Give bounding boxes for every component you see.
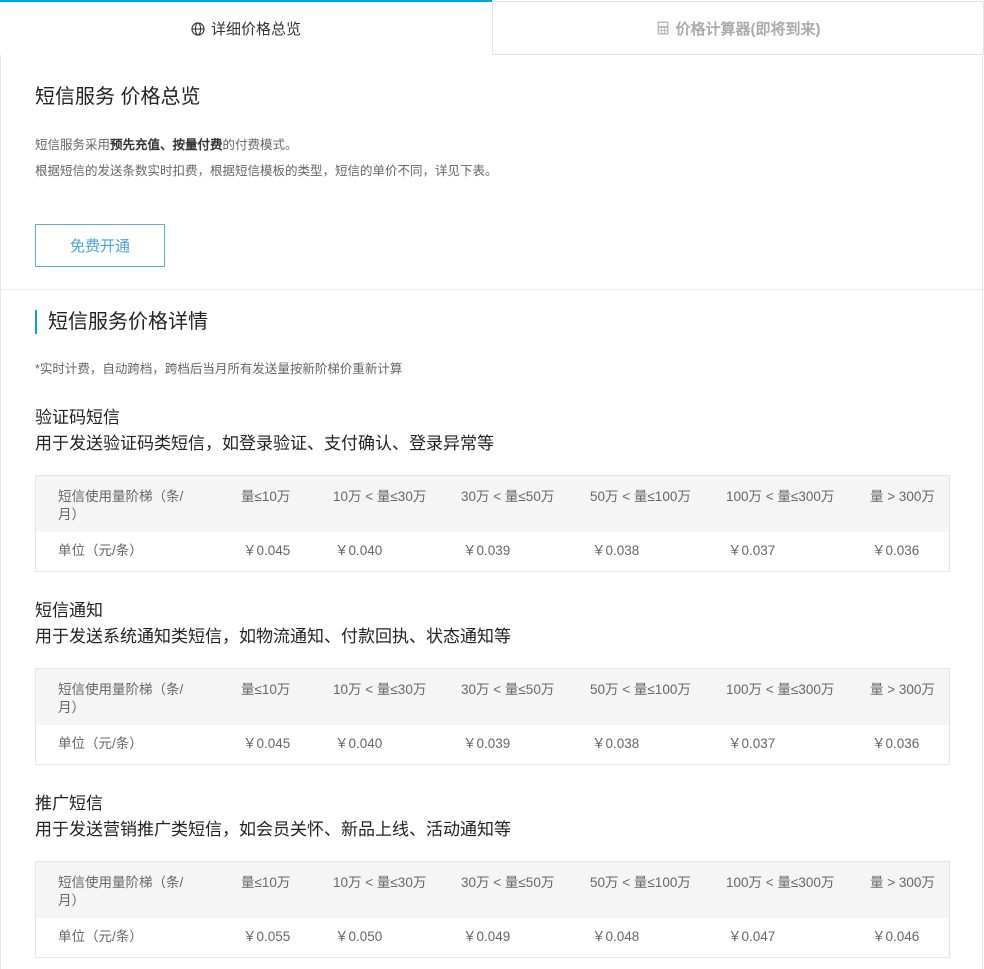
category-name: 短信通知 [35, 601, 103, 620]
category-description: 用于发送系统通知类短信，如物流通知、付款回执、状态通知等 [35, 627, 511, 646]
price-cell: ￥0.038 [592, 543, 640, 558]
calculator-icon [656, 21, 670, 35]
tier-header-cell: 量≤10万 [241, 682, 291, 697]
price-cell: ￥0.039 [463, 736, 511, 751]
tier-header-cell: 量≤10万 [241, 875, 291, 890]
details-title: 短信服务价格详情 [35, 310, 208, 334]
tab-price-overview-label: 详细价格总览 [210, 21, 301, 38]
price-cell: ￥0.037 [728, 543, 776, 558]
tier-header-cell: 量≤10万 [241, 489, 291, 504]
price-table: 短信使用量阶梯（条/月） 量≤10万 10万 < 量≤30万 30万 < 量≤50万 5… [35, 668, 950, 765]
price-table: 短信使用量阶梯（条/月） 量≤10万 10万 < 量≤30万 30万 < 量≤50万 5… [35, 475, 950, 572]
price-cell: ￥0.040 [335, 736, 383, 751]
tier-header-cell: 50万 < 量≤100万 [590, 682, 691, 697]
tier-header-cell: 10万 < 量≤30万 [333, 875, 427, 890]
tier-header-label: 短信使用量阶梯（条/月） [58, 682, 184, 715]
free-activate-button[interactable]: 免费开通 [35, 224, 165, 267]
tier-header-cell: 10万 < 量≤30万 [333, 682, 427, 697]
price-cell: ￥0.036 [872, 543, 920, 558]
price-cell: ￥0.049 [463, 929, 511, 944]
overview-line-2: 根据短信的发送条数实时扣费，根据短信模板的类型，短信的单价不同，详见下表。 [35, 164, 498, 178]
section-divider [0, 289, 984, 290]
tab-price-calculator[interactable]: 价格计算器(即将到来) [492, 1, 984, 55]
price-cell: ￥0.037 [728, 736, 776, 751]
price-cell: ￥0.050 [335, 929, 383, 944]
tier-header-cell: 30万 < 量≤50万 [461, 489, 555, 504]
price-cell: ￥0.048 [592, 929, 640, 944]
tier-header-cell: 10万 < 量≤30万 [333, 489, 427, 504]
price-table-row: 单位（元/条） ￥0.055 ￥0.050 ￥0.049 ￥0.048 ￥0.047 ￥0.… [36, 918, 949, 957]
unit-label: 单位（元/条） [58, 736, 143, 751]
tier-header-cell: 100万 < 量≤300万 [726, 489, 835, 504]
tab-bar: 详细价格总览 价格计算器(即将到来) [0, 0, 984, 55]
price-table-header-row: 短信使用量阶梯（条/月） 量≤10万 10万 < 量≤30万 30万 < 量≤50万 5… [36, 669, 949, 725]
tier-header-cell: 30万 < 量≤50万 [461, 682, 555, 697]
price-cell: ￥0.055 [243, 929, 291, 944]
category-description: 用于发送营销推广类短信，如会员关怀、新品上线、活动通知等 [35, 820, 511, 839]
price-table-row: 单位（元/条） ￥0.045 ￥0.040 ￥0.039 ￥0.038 ￥0.037 ￥0.… [36, 725, 949, 764]
price-cell: ￥0.046 [872, 929, 920, 944]
tier-header-cell: 100万 < 量≤300万 [726, 682, 835, 697]
price-table-row: 单位（元/条） ￥0.045 ￥0.040 ￥0.039 ￥0.038 ￥0.037 ￥0.… [36, 532, 949, 571]
price-table-header-row: 短信使用量阶梯（条/月） 量≤10万 10万 < 量≤30万 30万 < 量≤50万 5… [36, 476, 949, 532]
overview-line-1-bold: 预先充值、按量付费 [110, 138, 223, 152]
globe-icon [191, 21, 205, 36]
price-cell: ￥0.036 [872, 736, 920, 751]
tier-header-cell: 50万 < 量≤100万 [590, 875, 691, 890]
tier-header-cell: 50万 < 量≤100万 [590, 489, 691, 504]
price-cell: ￥0.047 [728, 929, 776, 944]
tab-price-calculator-label: 价格计算器(即将到来) [675, 20, 821, 38]
category-name: 验证码短信 [35, 408, 120, 427]
overview-title: 短信服务 价格总览 [35, 86, 201, 108]
unit-label: 单位（元/条） [58, 929, 143, 944]
tier-header-cell: 30万 < 量≤50万 [461, 875, 555, 890]
overview-line-1: 短信服务采用预先充值、按量付费的付费模式。 [35, 134, 298, 153]
unit-label: 单位（元/条） [58, 543, 143, 558]
price-cell: ￥0.040 [335, 543, 383, 558]
price-cell: ￥0.045 [243, 543, 291, 558]
overview-line-1-pre: 短信服务采用 [35, 138, 111, 152]
price-cell: ￥0.039 [463, 543, 511, 558]
tier-header-label: 短信使用量阶梯（条/月） [58, 875, 184, 908]
details-note: *实时计费，自动跨档，跨档后当月所有发送量按新阶梯价重新计算 [35, 362, 403, 376]
tier-header-cell: 量 > 300万 [870, 489, 935, 504]
category-description: 用于发送验证码类短信，如登录验证、支付确认、登录异常等 [35, 434, 494, 453]
price-cell: ￥0.045 [243, 736, 291, 751]
tier-header-label: 短信使用量阶梯（条/月） [58, 489, 184, 522]
price-cell: ￥0.038 [592, 736, 640, 751]
price-table-header-row: 短信使用量阶梯（条/月） 量≤10万 10万 < 量≤30万 30万 < 量≤50万 5… [36, 862, 949, 918]
tier-header-cell: 量 > 300万 [870, 875, 935, 890]
category-name: 推广短信 [35, 794, 103, 813]
tier-header-cell: 量 > 300万 [870, 682, 935, 697]
overview-line-1-post: 的付费模式。 [222, 138, 298, 152]
price-table: 短信使用量阶梯（条/月） 量≤10万 10万 < 量≤30万 30万 < 量≤50万 5… [35, 861, 950, 958]
tab-price-overview[interactable]: 详细价格总览 [0, 0, 492, 55]
tier-header-cell: 100万 < 量≤300万 [726, 875, 835, 890]
